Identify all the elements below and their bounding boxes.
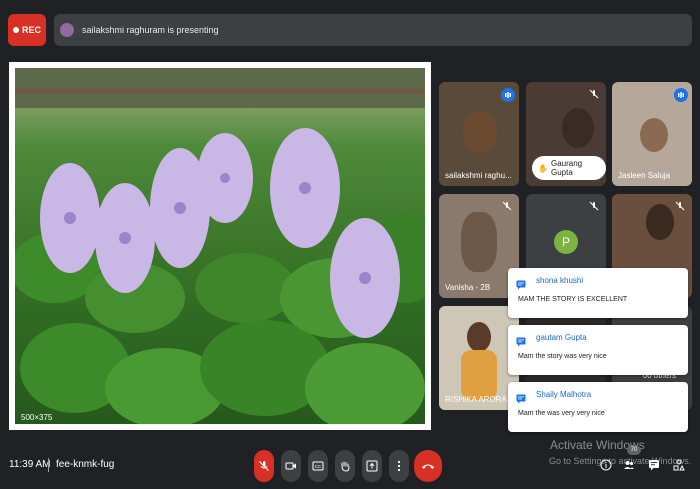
raise-hand-button[interactable] xyxy=(335,450,355,482)
people-icon xyxy=(624,461,634,469)
hand-raised-icon: ✋ xyxy=(538,163,548,173)
presenting-text: sailakshmi raghuram is presenting xyxy=(82,25,219,35)
shared-screen: 500×375 xyxy=(9,62,431,430)
svg-text:CC: CC xyxy=(315,464,322,469)
image-size-label: 500×375 xyxy=(21,413,53,422)
top-bar: REC sailakshmi raghuram is presenting xyxy=(0,0,700,56)
recording-dot-icon xyxy=(12,27,19,33)
chat-sender: Shaily Malhotra xyxy=(536,390,592,399)
leave-call-button[interactable] xyxy=(414,450,442,482)
more-options-button[interactable] xyxy=(389,450,409,482)
activities-button[interactable] xyxy=(670,456,688,474)
participant-tile[interactable]: Vanisha - 2B xyxy=(439,194,519,298)
mic-toggle-button[interactable] xyxy=(254,450,274,482)
mic-off-icon xyxy=(259,461,269,471)
participant-video xyxy=(562,108,594,148)
chat-message: Mam the was very very nice xyxy=(518,410,605,417)
mic-off-icon xyxy=(588,200,600,212)
camera-icon xyxy=(285,462,296,470)
chat-sender: shona khushi xyxy=(536,276,584,285)
meeting-code: fee-knmk-fug xyxy=(56,459,115,470)
participant-name: RISHIKA ARORA xyxy=(445,395,507,404)
mic-active-icon xyxy=(674,88,688,102)
chat-icon xyxy=(516,277,526,295)
recording-badge[interactable]: REC xyxy=(8,14,46,46)
chat-icon xyxy=(649,460,659,471)
participant-tile[interactable]: ✋ Gaurang Gupta xyxy=(526,82,606,186)
presenting-banner: sailakshmi raghuram is presenting xyxy=(54,14,692,46)
participant-name: Vanisha - 2B xyxy=(445,283,491,292)
divider xyxy=(48,458,49,472)
participant-name-chip: ✋ Gaurang Gupta xyxy=(532,156,606,180)
meeting-info-button[interactable] xyxy=(597,456,615,474)
clock-time: 11:39 AM xyxy=(9,459,51,470)
participant-tile[interactable]: sailakshmi raghu... xyxy=(439,82,519,186)
mic-off-icon xyxy=(674,200,686,212)
mic-off-icon xyxy=(588,88,600,100)
people-button[interactable] xyxy=(620,456,638,474)
captions-button[interactable]: CC xyxy=(308,450,328,482)
mic-off-icon xyxy=(501,200,513,212)
participant-name: Gaurang Gupta xyxy=(550,159,583,177)
shared-image: 500×375 xyxy=(15,68,425,424)
participant-video xyxy=(646,204,674,240)
chat-icon xyxy=(516,391,526,409)
captions-icon: CC xyxy=(312,461,324,471)
participant-video xyxy=(640,118,668,152)
chat-message: MAM THE STORY IS EXCELLENT xyxy=(518,296,628,303)
present-button[interactable] xyxy=(362,450,382,482)
present-icon xyxy=(366,460,378,472)
participant-tile[interactable]: Jasleen Saluja xyxy=(612,82,692,186)
participants-count-badge: 70 xyxy=(627,445,641,455)
chat-sender: gautam Gupta xyxy=(536,333,587,342)
chat-icon xyxy=(516,334,526,352)
participant-tile[interactable]: RISHIKA ARORA xyxy=(439,306,519,410)
participant-avatar: P xyxy=(554,230,578,254)
info-icon xyxy=(600,459,612,471)
chat-message: Mam the story was very nice xyxy=(518,353,607,360)
participant-video xyxy=(463,110,497,154)
more-vert-icon xyxy=(397,460,401,472)
end-call-icon xyxy=(422,464,434,469)
chat-notification[interactable]: shona khushi MAM THE STORY IS EXCELLENT xyxy=(508,268,688,318)
water-hyacinth-image xyxy=(15,68,425,424)
chat-button[interactable] xyxy=(645,456,663,474)
participant-name: Jasleen Saluja xyxy=(618,171,671,180)
chat-notification[interactable]: Shaily Malhotra Mam the was very very ni… xyxy=(508,382,688,432)
activities-icon xyxy=(673,459,685,471)
recording-label: REC xyxy=(21,25,41,35)
mic-active-icon xyxy=(501,88,515,102)
participant-video xyxy=(461,350,497,400)
participant-video xyxy=(461,212,497,272)
participant-name: sailakshmi raghu... xyxy=(445,171,512,180)
participant-video xyxy=(467,322,491,352)
bottom-bar: 11:39 AM fee-knmk-fug CC xyxy=(0,440,700,489)
chat-notification[interactable]: gautam Gupta Mam the story was very nice xyxy=(508,325,688,375)
presenter-avatar xyxy=(60,23,74,37)
hand-icon xyxy=(341,461,350,472)
camera-toggle-button[interactable] xyxy=(281,450,301,482)
